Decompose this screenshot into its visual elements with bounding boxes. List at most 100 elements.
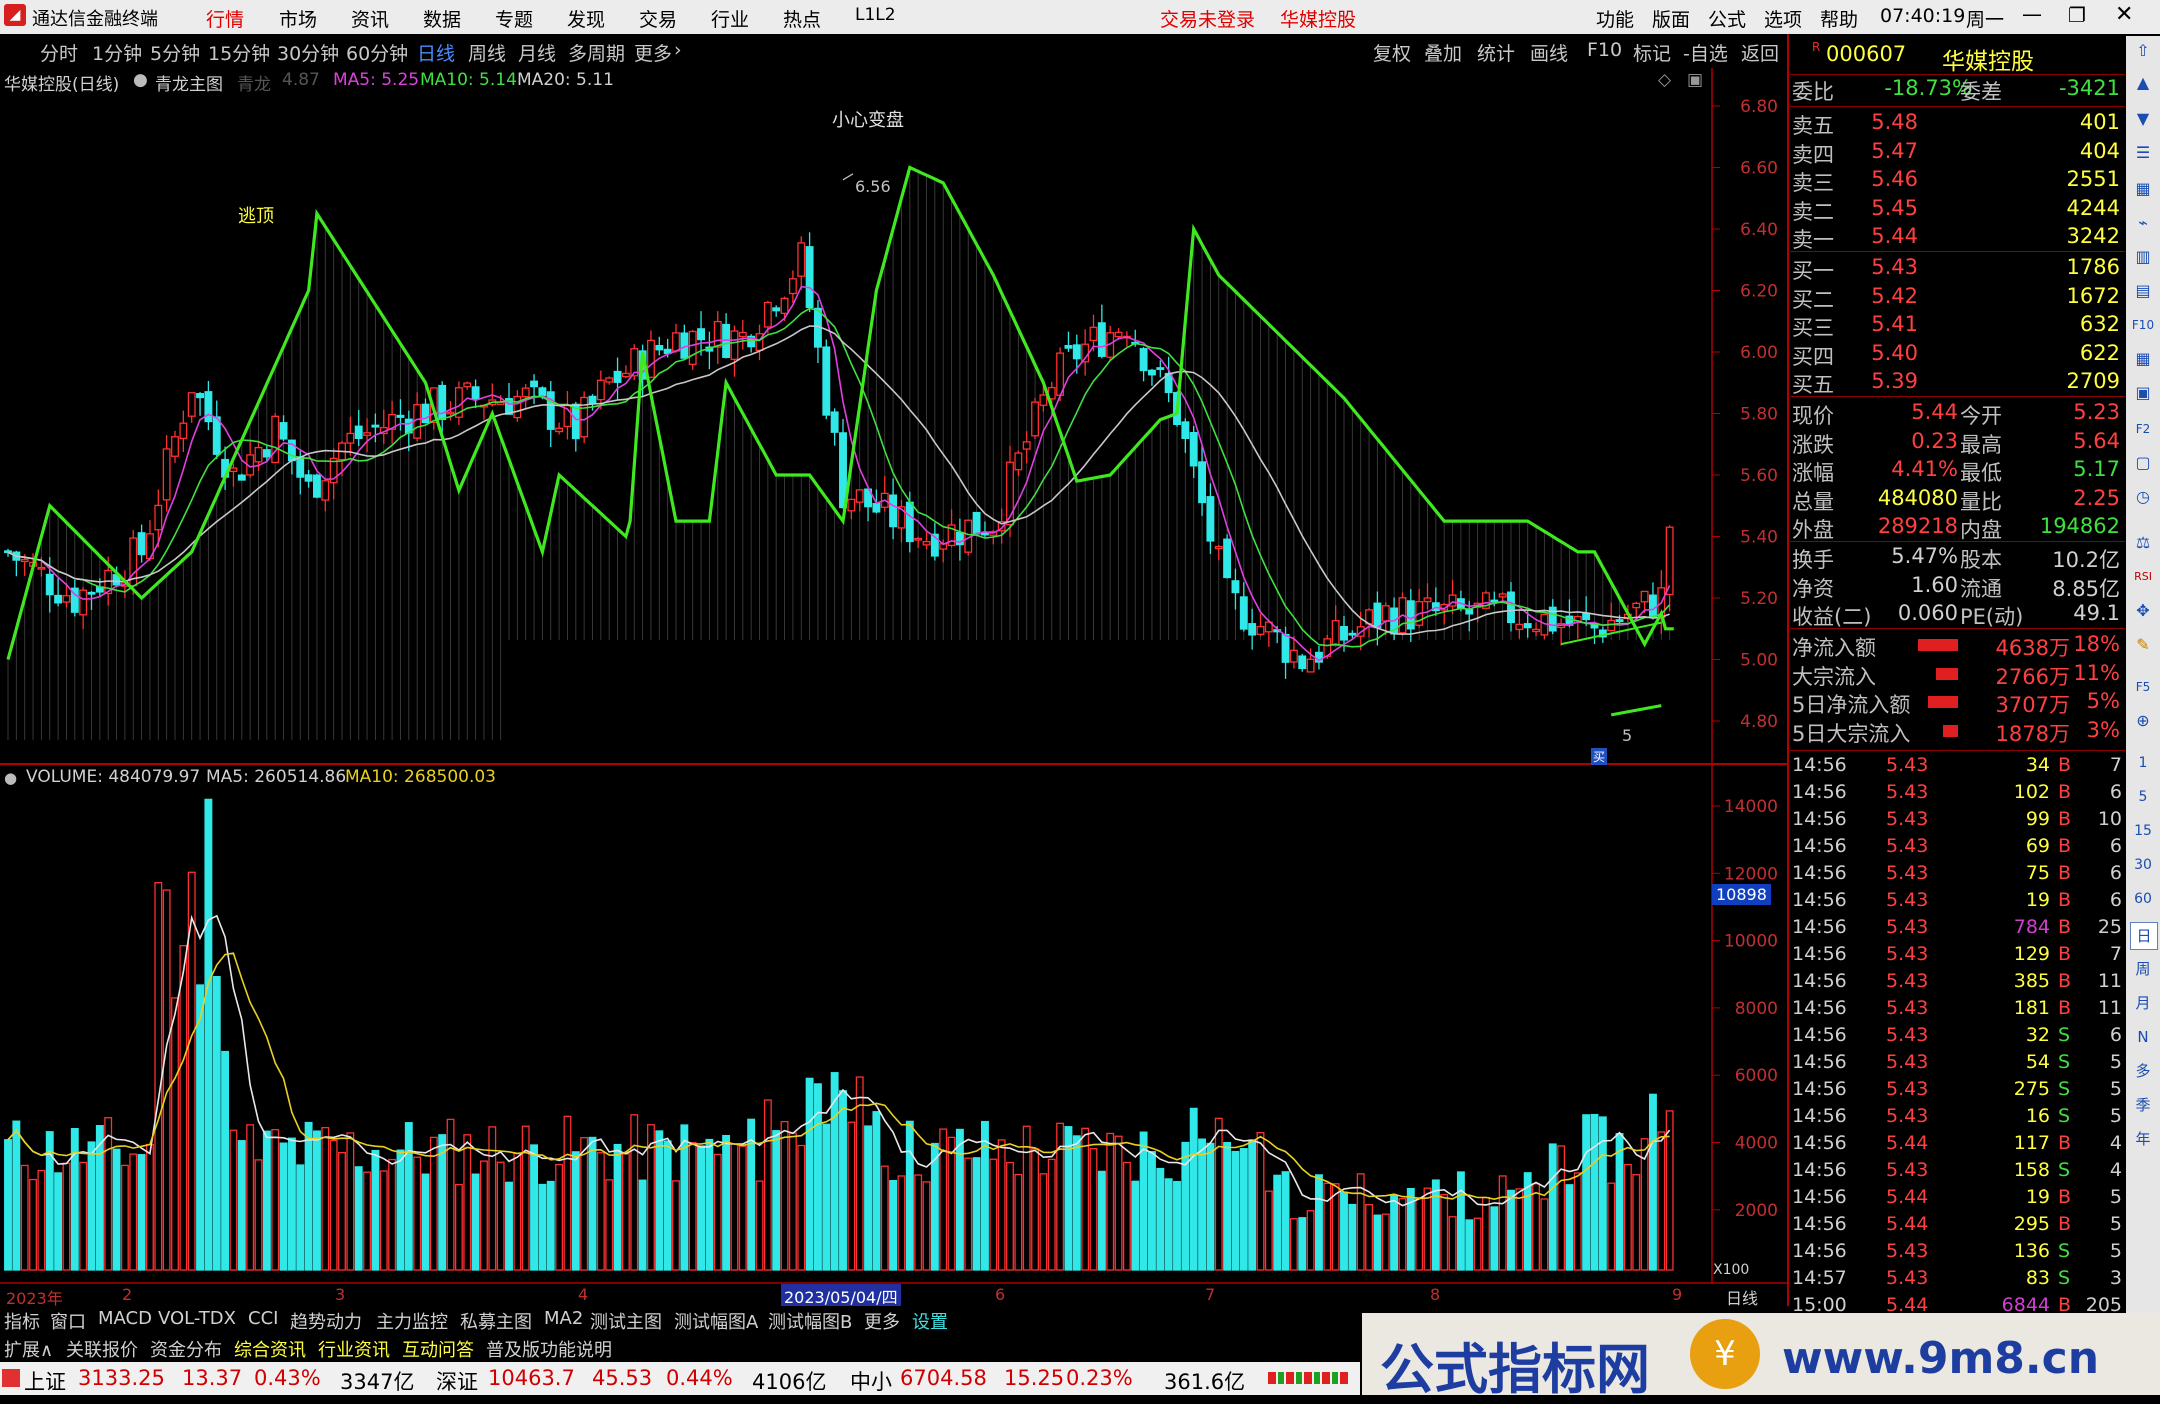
toolbar-zoom-icon[interactable]: ⊕	[2130, 708, 2156, 734]
candle-body	[521, 387, 530, 398]
volume-dropdown-icon[interactable]: ●	[4, 769, 17, 787]
candle-body	[1373, 602, 1382, 629]
tab-zhibiao[interactable]: 指标	[4, 1308, 40, 1334]
tab-gengduo[interactable]: 更多	[864, 1308, 900, 1334]
tab-hudongwenda[interactable]: 互动问答	[402, 1336, 474, 1362]
volume-bar	[221, 1050, 230, 1271]
toolbar-grid-icon[interactable]: ▦	[2130, 176, 2156, 202]
toolbar-60[interactable]: 60	[2130, 886, 2156, 912]
zx-label[interactable]: 中小	[850, 1366, 892, 1396]
toolbar-chart-icon[interactable]: ⌁	[2130, 210, 2156, 236]
volume-bar	[296, 1164, 305, 1271]
tab-kuozhan[interactable]: 扩展∧	[4, 1336, 53, 1362]
toolbar-n[interactable]: N	[2130, 1024, 2156, 1050]
toolbar-scale-icon[interactable]: ⚖	[2130, 530, 2156, 556]
close-icon[interactable]: ✕	[2115, 2, 2133, 27]
tick-time: 14:56	[1792, 916, 1847, 938]
toolbar-clock-icon[interactable]: ◷	[2130, 484, 2156, 510]
tick-row: 14:56 5.44 117 B 4	[1790, 1132, 2125, 1160]
toolbar-multi[interactable]: 多	[2130, 1058, 2156, 1084]
toolbar-kline-icon[interactable]: ▥	[2130, 244, 2156, 270]
tick-count: 5	[2109, 1213, 2122, 1235]
toolbar-move-icon[interactable]: ✥	[2130, 598, 2156, 624]
toolbar-table-icon[interactable]: ▦	[2130, 346, 2156, 372]
flow-bar	[1928, 696, 1958, 708]
banner-logo-icon: ¥	[1690, 1319, 1760, 1389]
volume-bar	[463, 1134, 472, 1271]
tab-zijinfenbu[interactable]: 资金分布	[150, 1336, 222, 1362]
toolbar-month[interactable]: 月	[2130, 990, 2156, 1016]
volume-bar	[546, 1180, 555, 1271]
candle-body	[889, 494, 898, 528]
toolbar-doc-icon[interactable]: ▤	[2130, 278, 2156, 304]
tick-row: 14:56 5.43 69 B 6	[1790, 835, 2125, 863]
toolbar-box-icon[interactable]: ▢	[2130, 450, 2156, 476]
candle-body	[1423, 597, 1432, 603]
toolbar-nav-down-icon[interactable]: ▼	[2130, 106, 2156, 132]
tab-zhulijiankong[interactable]: 主力监控	[376, 1308, 448, 1334]
flow-amount: 3707万	[1995, 693, 2070, 717]
zx-pct: 0.23%	[1066, 1366, 1133, 1390]
tab-cci[interactable]: CCI	[248, 1308, 278, 1329]
toolbar-quarter[interactable]: 季	[2130, 1092, 2156, 1118]
toolbar-pen-icon[interactable]: ✎	[2130, 632, 2156, 658]
tab-guanlianbaojia[interactable]: 关联报价	[66, 1336, 138, 1362]
tab-ceshizhutu[interactable]: 测试主图	[590, 1308, 662, 1334]
tick-count: 5	[2109, 1051, 2122, 1073]
tab-ceshifutu-a[interactable]: 测试幅图A	[674, 1308, 758, 1334]
tick-time: 14:56	[1792, 1186, 1847, 1208]
kline-chart[interactable]: 6.80 6.60 6.40 6.20 6.00 5.80 5.60 5.40 5.20 5.00…	[0, 0, 1790, 1306]
tab-macd[interactable]: MACD	[98, 1308, 152, 1329]
toolbar-nav-up-icon[interactable]: ▲	[2130, 70, 2156, 96]
toolbar-15[interactable]: 15	[2130, 818, 2156, 844]
volume-bar	[630, 1114, 639, 1271]
toolbar-up-icon[interactable]: ⇧	[2130, 38, 2156, 64]
toolbar-year[interactable]: 年	[2130, 1126, 2156, 1152]
tab-zonghezixun[interactable]: 综合资讯	[234, 1336, 306, 1362]
tick-side: S	[2058, 1051, 2071, 1073]
toolbar-1min[interactable]: 1	[2130, 750, 2156, 776]
minimize-icon[interactable]: —	[2022, 2, 2042, 26]
tab-simuzhutu[interactable]: 私募主图	[460, 1308, 532, 1334]
toolbar-week[interactable]: 周	[2130, 956, 2156, 982]
toolbar-day[interactable]: 日	[2130, 922, 2158, 950]
tab-hangyezixun[interactable]: 行业资讯	[318, 1336, 390, 1362]
tick-row: 14:56 5.43 158 S 4	[1790, 1159, 2125, 1187]
tab-vol-tdx[interactable]: VOL-TDX	[158, 1308, 236, 1329]
sh-label[interactable]: 上证	[24, 1366, 66, 1396]
volume-bar	[1031, 1148, 1039, 1271]
tab-ma2[interactable]: MA2	[544, 1308, 583, 1329]
menu-bangzhu[interactable]: 帮助	[1820, 5, 1858, 32]
restore-icon[interactable]: ❐	[2068, 3, 2086, 27]
volume-bar	[713, 1153, 722, 1271]
sh-amount: 3347亿	[340, 1370, 415, 1394]
toolbar-f2-icon[interactable]: F2	[2130, 416, 2156, 442]
toolbar-rsi[interactable]: RSI	[2130, 564, 2156, 590]
tab-shezhi[interactable]: 设置	[912, 1308, 948, 1334]
candle-body	[196, 393, 204, 399]
volume-bar	[229, 1129, 238, 1271]
volume-bar	[338, 1151, 346, 1271]
toolbar-list-icon[interactable]: ☰	[2130, 140, 2156, 166]
tick-price: 5.43	[1886, 1267, 1929, 1289]
tab-pujiban[interactable]: 普及版功能说明	[486, 1336, 612, 1362]
volume-bar	[120, 1164, 129, 1271]
volume-bar	[4, 1139, 12, 1271]
sz-label[interactable]: 深证	[436, 1366, 478, 1396]
tick-volume: 83	[2025, 1267, 2050, 1289]
toolbar-5min[interactable]: 5	[2130, 784, 2156, 810]
toolbar-f5-icon[interactable]: F5	[2130, 674, 2156, 700]
toolbar-page-icon[interactable]: ▣	[2130, 380, 2156, 406]
tab-chuangkou[interactable]: 窗口	[50, 1308, 86, 1334]
toolbar-f10-icon[interactable]: F10	[2130, 312, 2156, 338]
stat-label: 涨幅	[1792, 461, 1834, 485]
tab-ceshifutu-b[interactable]: 测试幅图B	[768, 1308, 852, 1334]
tab-qushidongli[interactable]: 趋势动力	[290, 1308, 362, 1334]
volume-bar	[1106, 1132, 1115, 1271]
toolbar-30[interactable]: 30	[2130, 852, 2156, 878]
flow-bar	[1943, 724, 1958, 737]
candle-body	[1189, 431, 1198, 467]
volume-bar	[563, 1115, 572, 1271]
fund-value2: 10.2亿	[2052, 548, 2120, 572]
candle-body	[254, 446, 263, 463]
